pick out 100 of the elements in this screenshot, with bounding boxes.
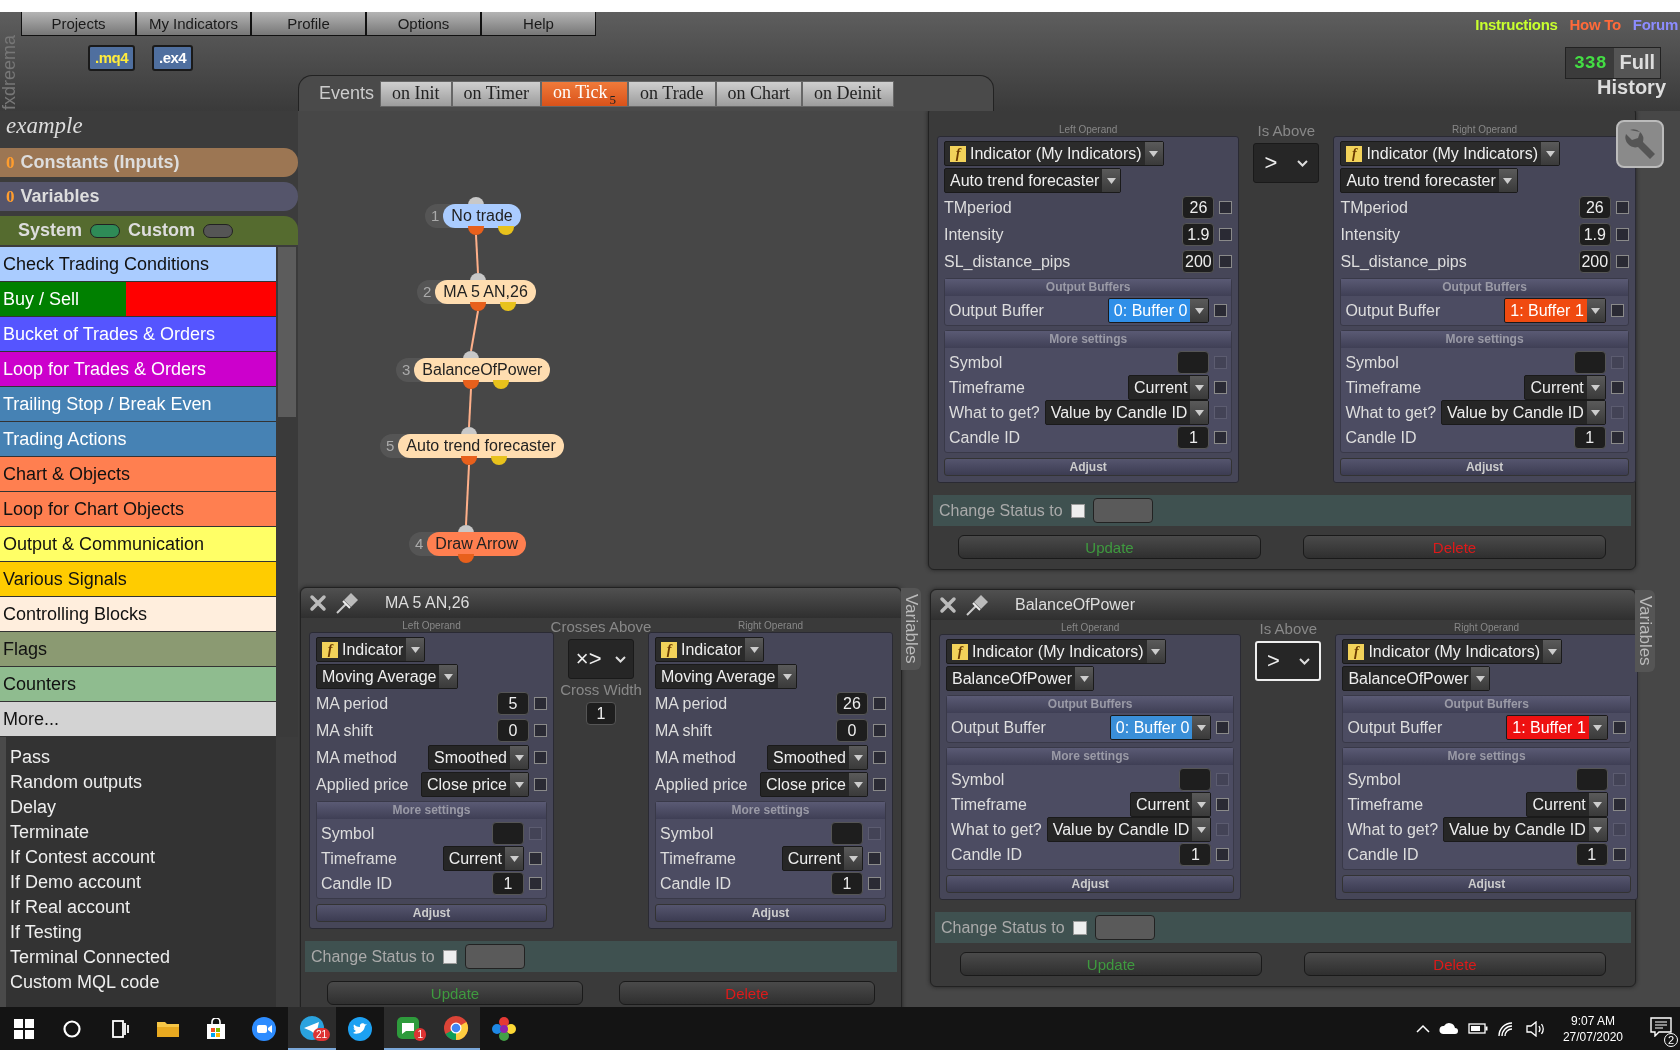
header-link[interactable]: Instructions [1475,15,1558,33]
checkbox[interactable] [1219,201,1233,214]
checkbox[interactable] [873,697,886,710]
checkbox[interactable] [1612,798,1626,811]
block-node[interactable]: MA 5 AN,26 [435,280,536,304]
event-tab[interactable]: on Init [380,80,452,107]
input-field[interactable]: 1 [1575,843,1608,866]
close-icon[interactable] [309,594,327,612]
input-field[interactable]: 1.9 [1182,223,1215,246]
dropdown[interactable]: Close price [759,772,868,797]
file-button[interactable]: .ex4 [152,44,194,71]
indicator-dropdown[interactable]: BalanceOfPower [946,666,1095,691]
type-dropdown[interactable]: f Indicator (My Indicators) [946,639,1166,664]
toggle-switch[interactable] [203,223,234,238]
block-item[interactable]: Custom MQL code [6,970,276,995]
indicator-dropdown[interactable]: Auto trend forecaster [1340,168,1518,193]
checkbox[interactable] [1214,431,1228,444]
file-button[interactable]: .mq4 [88,44,135,71]
category-item[interactable]: More... [0,702,276,737]
toggle-switch[interactable] [90,223,121,238]
output-port[interactable] [461,456,477,465]
checkbox[interactable] [1219,255,1233,268]
menu-tab[interactable]: Help [481,12,596,36]
checkbox[interactable] [873,724,886,737]
dropdown[interactable]: Current [1524,375,1606,400]
taskbar-button[interactable]: 1 [384,1007,432,1050]
checkbox[interactable] [1216,848,1230,861]
category-item[interactable]: Buy / Sell [0,282,126,317]
indicator-dropdown[interactable]: Auto trend forecaster [944,168,1122,193]
input-field[interactable]: 1 [1177,426,1210,449]
checkbox[interactable] [868,852,881,865]
false-output-port[interactable] [493,380,509,389]
checkbox[interactable] [1214,304,1228,317]
input-field[interactable] [1573,351,1606,374]
dropdown[interactable]: Current [1526,792,1608,817]
taskbar-button[interactable]: 21 [288,1007,336,1050]
taskbar-button[interactable] [432,1007,480,1050]
block-item[interactable]: If Real account [6,895,276,920]
block-item[interactable]: Terminate [6,820,276,845]
category-item[interactable]: Trailing Stop / Break Even [0,387,276,422]
input-field[interactable] [831,822,863,845]
category-item[interactable]: Various Signals [0,562,276,597]
menu-tab[interactable]: Options [366,12,481,36]
category-item[interactable]: Flags [0,632,276,667]
checkbox[interactable] [1612,848,1626,861]
category-item[interactable]: Loop for Trades & Orders [0,352,276,387]
input-field[interactable]: 0 [497,719,529,742]
input-field[interactable]: 26 [1578,196,1611,219]
notification-icon[interactable] [1650,1016,1672,1037]
adjust-button[interactable]: Adjust [1342,875,1631,893]
input-field[interactable]: 200 [1182,250,1215,273]
checkbox[interactable] [873,778,886,791]
checkbox[interactable] [1216,721,1230,734]
false-output-port[interactable] [498,226,514,235]
adjust-button[interactable]: Adjust [946,875,1235,893]
input-field[interactable]: 1 [1573,426,1606,449]
block-item[interactable]: If Contest account [6,845,276,870]
block-node[interactable]: Draw Arrow [427,532,527,556]
variables-tab[interactable]: Variables [901,588,921,670]
operator-dropdown[interactable]: > [1255,641,1322,681]
event-tab[interactable]: on Trade [628,80,716,107]
block-node[interactable]: Auto trend forecaster [398,434,564,458]
type-dropdown[interactable]: f Indicator (My Indicators) [1340,141,1560,166]
input-field[interactable]: 26 [1182,196,1215,219]
block-node[interactable]: BalanceOfPower [414,358,551,382]
checkbox[interactable] [534,751,547,764]
checkbox[interactable] [868,877,881,890]
status-field[interactable] [464,944,525,969]
category-item[interactable]: Loop for Chart Objects [0,492,276,527]
type-dropdown[interactable]: f Indicator (My Indicators) [944,141,1164,166]
category-item[interactable]: Controlling Blocks [0,597,276,632]
variables-bar[interactable]: 0 Variables [0,182,298,211]
input-field[interactable] [1575,768,1608,791]
dropdown[interactable]: Smoothed [767,745,868,770]
status-field[interactable] [1092,498,1153,523]
buffer-dropdown[interactable]: 1: Buffer 1 [1504,298,1606,323]
event-tab[interactable]: on Timer [451,80,542,107]
dropdown[interactable]: Current [781,846,863,871]
input-field[interactable]: 200 [1578,250,1611,273]
type-dropdown[interactable]: f Indicator (My Indicators) [1342,639,1562,664]
checkbox[interactable] [1610,381,1624,394]
input-field[interactable]: 1 [831,872,863,895]
input-field[interactable]: 0 [836,719,868,742]
checkbox[interactable] [534,724,547,737]
type-dropdown[interactable]: f Indicator [316,637,426,662]
checkbox[interactable] [1070,503,1085,518]
checkbox[interactable] [1615,201,1629,214]
checkbox[interactable] [1615,228,1629,241]
output-port[interactable] [468,226,484,235]
event-tab[interactable]: on Chart [715,80,803,107]
input-field[interactable]: 1 [586,702,616,725]
checkbox[interactable] [1610,431,1624,444]
speaker-icon[interactable] [1525,1020,1546,1037]
input-field[interactable]: 1 [1179,843,1212,866]
checkbox[interactable] [1610,304,1624,317]
input-field[interactable] [1177,351,1210,374]
checkbox[interactable] [1216,798,1230,811]
input-field[interactable]: 1 [492,872,524,895]
dropdown[interactable]: Current [1128,375,1210,400]
block-item[interactable]: If Demo account [6,870,276,895]
